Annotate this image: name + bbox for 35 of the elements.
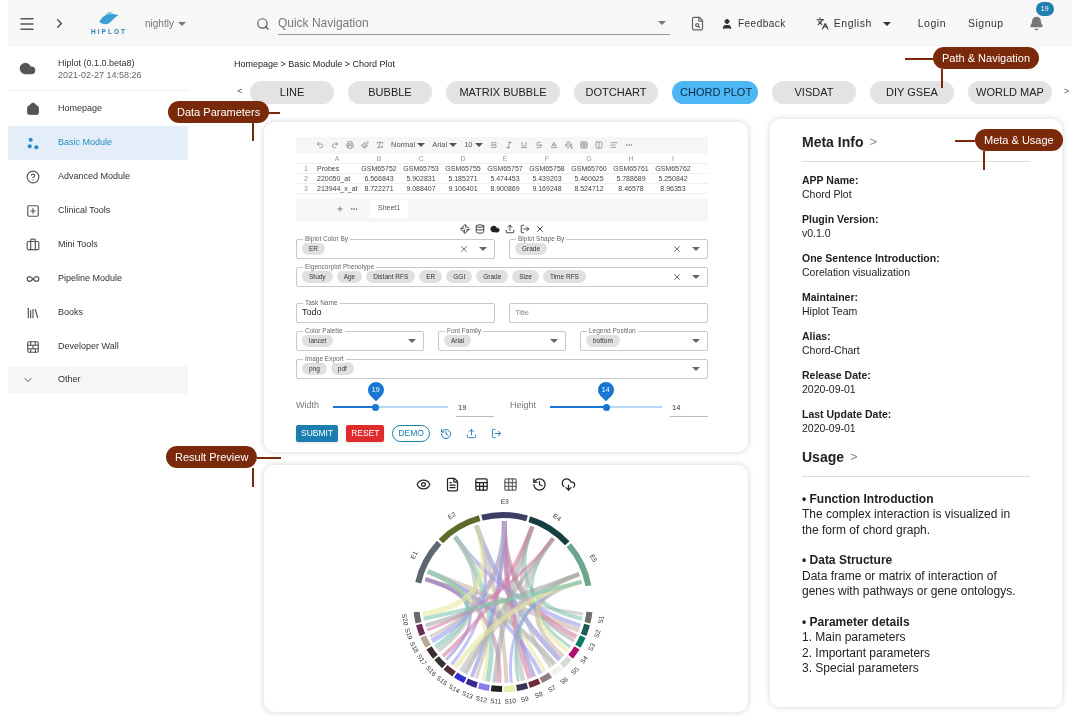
usage-heading: • Parameter details — [802, 614, 911, 630]
meta-value: Chord-Chart — [802, 342, 861, 357]
usage-heading: • Function Introduction — [802, 491, 935, 507]
meta-label: Alias: — [802, 328, 832, 343]
usage-heading: • Data Structure — [802, 553, 894, 569]
callout-tooltip: Meta & Usage — [975, 129, 1063, 151]
meta-value: Hiplot Team — [802, 303, 859, 318]
meta-value: v0.1.0 — [802, 225, 832, 240]
build-time: 2021-02-27 14:58:26 — [58, 68, 142, 81]
usage-text: 1. Main parameters — [802, 630, 907, 646]
meta-value: Corelation visualization — [802, 264, 911, 279]
usage-text: The complex interaction is visualized in the form of chord graph. — [802, 507, 1012, 538]
slider-label: Width — [296, 398, 319, 412]
usage-text: Data frame or matrix of interaction of genes with pathways or gene ontologys. — [802, 568, 1017, 600]
meta-value: 2020-09-01 — [802, 381, 857, 396]
field-value: Todo — [302, 305, 322, 319]
usage-text: 2. Important parameters — [802, 645, 932, 661]
meta-label: Plugin Version: — [802, 211, 880, 226]
search-placeholder: Quick Navigation — [277, 15, 369, 32]
meta-value: 2020-09-01 — [802, 420, 857, 435]
usage-text: 3. Special parameters — [802, 661, 920, 677]
meta-label: APP Name: — [802, 172, 860, 187]
breadcrumb: Homepage > Basic Module > Chord Plot — [234, 58, 396, 71]
callout-tooltip: Path & Navigation — [933, 47, 1040, 69]
meta-label: One Sentence Introduction: — [802, 250, 941, 265]
app-name: Hiplot (0.1.0.beta8) — [58, 56, 136, 69]
callout-tooltip: Data Parameters — [168, 101, 270, 123]
meta-label: Last Update Date: — [802, 406, 893, 421]
meta-label: Release Date: — [802, 367, 872, 382]
meta-info-title: Meta Info — [802, 132, 864, 152]
meta-value: Chord Plot — [802, 186, 853, 201]
slider-label: Height — [510, 398, 536, 412]
meta-label: Maintainer: — [802, 289, 859, 304]
usage-title: Usage — [802, 447, 845, 467]
callout-tooltip: Result Preview — [166, 446, 258, 468]
